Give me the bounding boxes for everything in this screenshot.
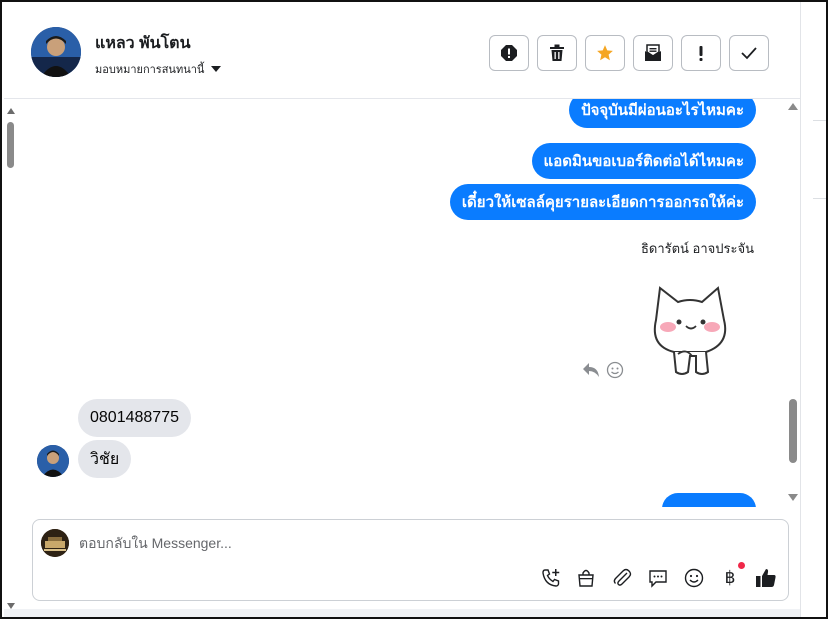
mark-unread-button[interactable]: [633, 35, 673, 71]
page-avatar: [41, 529, 69, 557]
payment-baht-icon: ฿: [724, 568, 736, 588]
emoji-icon: [684, 568, 704, 588]
chevron-down-icon: [211, 66, 222, 72]
message-thread[interactable]: ปัจจุบันมีผ่อนอะไรไหมคะ แอดมินขอเบอร์ติด…: [18, 99, 788, 507]
important-icon: [699, 46, 703, 61]
done-icon: [741, 47, 757, 60]
message-outgoing[interactable]: แอดมินขอเบอร์ติดต่อได้ไหมคะ: [531, 143, 756, 179]
saved-reply-icon: [649, 570, 667, 588]
message-incoming[interactable]: 0801488775: [78, 399, 191, 437]
notification-dot: [738, 562, 745, 569]
scroll-up-arrow[interactable]: [788, 103, 798, 110]
page-scroll-thumb[interactable]: [7, 122, 14, 168]
saved-reply-button[interactable]: [646, 566, 670, 590]
reply-composer: ฿: [32, 519, 789, 601]
reply-icon[interactable]: [582, 362, 600, 378]
inbox-window: แหลว พันโตน มอบหมายการสนทนานี้ ปัจจุบันม…: [0, 0, 828, 619]
contact-name[interactable]: แหลว พันโตน: [95, 31, 191, 56]
assign-label: มอบหมายการสนทนานี้: [95, 64, 205, 76]
assign-conversation-dropdown[interactable]: มอบหมายการสนทนานี้: [95, 60, 222, 78]
call-add-icon: [542, 569, 560, 587]
important-button[interactable]: [681, 35, 721, 71]
call-add-button[interactable]: [539, 566, 563, 590]
message-outgoing[interactable]: ปัจจุบันมีผ่อนอะไรไหมคะ: [569, 99, 756, 128]
panel-divider: [813, 120, 826, 121]
attachment-button[interactable]: [610, 566, 634, 590]
reply-input[interactable]: [79, 533, 679, 553]
report-icon: [501, 45, 517, 61]
contact-avatar-small: [37, 445, 69, 477]
shopping-bag-icon: [578, 569, 594, 587]
emoji-reaction-icon[interactable]: [606, 361, 624, 379]
shopping-bag-button[interactable]: [574, 566, 598, 590]
conversation-header: แหลว พันโตน มอบหมายการสนทนานี้: [4, 4, 800, 99]
contact-avatar[interactable]: [31, 27, 81, 77]
emoji-button[interactable]: [682, 566, 706, 590]
page-scrollbar[interactable]: [4, 100, 18, 615]
panel-divider: [813, 198, 826, 199]
report-button[interactable]: [489, 35, 529, 71]
cat-sticker[interactable]: [646, 282, 734, 380]
attachment-icon: [613, 568, 632, 586]
star-icon: [597, 45, 613, 61]
mark-done-button[interactable]: [729, 35, 769, 71]
mark-unread-icon: [645, 44, 661, 61]
sender-label: ธิดารัตน์ อาจประจัน: [640, 241, 754, 256]
like-button[interactable]: [754, 566, 778, 590]
trash-icon: [550, 44, 564, 61]
bottom-edge: [4, 609, 800, 617]
payment-button[interactable]: ฿: [718, 562, 745, 590]
message-outgoing-partial[interactable]: [662, 493, 756, 507]
page-scroll-up-arrow[interactable]: [7, 108, 15, 114]
delete-button[interactable]: [537, 35, 577, 71]
right-panel-edge: [800, 2, 826, 617]
star-button[interactable]: [585, 35, 625, 71]
like-icon: [756, 569, 776, 587]
message-incoming[interactable]: วิชัย: [78, 440, 132, 478]
message-outgoing[interactable]: เดี๋ยวให้เซลล์คุยรายละเอียดการออกรถให้ค่…: [449, 184, 756, 220]
message-actions: [582, 361, 624, 379]
thread-scrollbar[interactable]: [786, 99, 800, 509]
scroll-down-arrow[interactable]: [788, 494, 798, 501]
scroll-thumb[interactable]: [789, 399, 797, 463]
